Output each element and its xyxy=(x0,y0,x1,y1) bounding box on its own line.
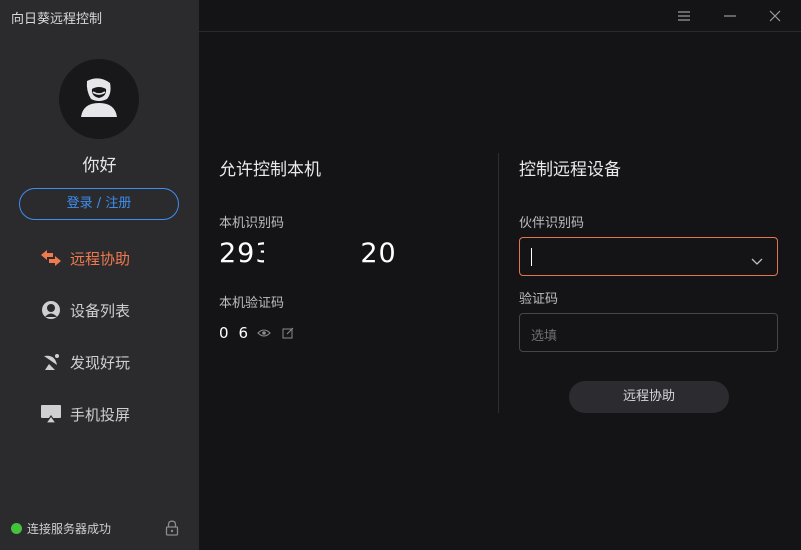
text-caret xyxy=(531,248,532,266)
device-id-end: 20 xyxy=(360,238,397,269)
remote-assist-button[interactable]: 远程协助 xyxy=(569,381,729,413)
verification-code-label: 验证码 xyxy=(519,292,559,307)
eye-icon[interactable] xyxy=(256,325,272,341)
sidebar-item-label: 手机投屏 xyxy=(70,405,131,424)
connection-status: 连接服务器成功 xyxy=(11,520,111,537)
device-id-value: 293 20 xyxy=(219,238,397,270)
lock-icon[interactable] xyxy=(165,520,179,536)
verify-code-start: 0 xyxy=(219,324,229,342)
sidebar-item-label: 发现好玩 xyxy=(70,353,131,372)
remote-control-title: 控制远程设备 xyxy=(519,160,621,180)
minimize-icon[interactable] xyxy=(720,6,740,26)
partner-id-input[interactable] xyxy=(519,237,778,276)
screen-cast-icon xyxy=(40,403,62,425)
verify-code-mask xyxy=(228,324,239,342)
close-icon[interactable] xyxy=(765,6,785,26)
device-id-mask xyxy=(264,239,361,270)
sidebar-item-discover[interactable]: 发现好玩 xyxy=(40,347,130,377)
avatar[interactable] xyxy=(59,59,139,139)
title-bar xyxy=(199,0,801,32)
sidebar-item-label: 设备列表 xyxy=(70,301,131,320)
verification-code-input[interactable]: 选填 xyxy=(519,313,778,352)
sidebar-item-device-list[interactable]: 设备列表 xyxy=(40,295,130,325)
verify-code-mid: 6 xyxy=(238,324,249,342)
device-id-partial: 3 xyxy=(255,238,264,269)
discover-icon xyxy=(40,351,62,373)
partner-id-label: 伙伴识别码 xyxy=(519,216,585,231)
remote-assist-icon xyxy=(40,247,62,269)
verify-code-label: 本机验证码 xyxy=(219,296,285,311)
panel-divider xyxy=(498,153,499,413)
allow-control-title: 允许控制本机 xyxy=(219,160,321,180)
device-id-start: 29 xyxy=(219,238,256,269)
verification-code-placeholder: 选填 xyxy=(531,329,558,344)
status-text: 连接服务器成功 xyxy=(27,522,112,536)
device-id-label: 本机识别码 xyxy=(219,216,285,231)
user-avatar-icon xyxy=(81,78,117,117)
sidebar-item-label: 远程协助 xyxy=(70,249,131,268)
chevron-down-icon[interactable] xyxy=(751,251,763,270)
device-list-icon xyxy=(40,299,62,321)
status-dot-icon xyxy=(11,523,22,534)
sidebar-item-screen-cast[interactable]: 手机投屏 xyxy=(40,399,130,429)
menu-icon[interactable] xyxy=(674,6,694,26)
greeting-text: 你好 xyxy=(82,156,117,176)
login-register-button[interactable]: 登录 / 注册 xyxy=(19,188,179,220)
app-title: 向日葵远程控制 xyxy=(11,12,103,27)
sidebar: 向日葵远程控制 你好 登录 / 注册 远程协助 设备列表 发现好玩 手机投屏 连… xyxy=(0,0,199,550)
sidebar-item-remote-assist[interactable]: 远程协助 xyxy=(40,243,130,273)
verify-code-value: 0 6 xyxy=(219,324,296,342)
edit-icon[interactable] xyxy=(280,325,296,341)
